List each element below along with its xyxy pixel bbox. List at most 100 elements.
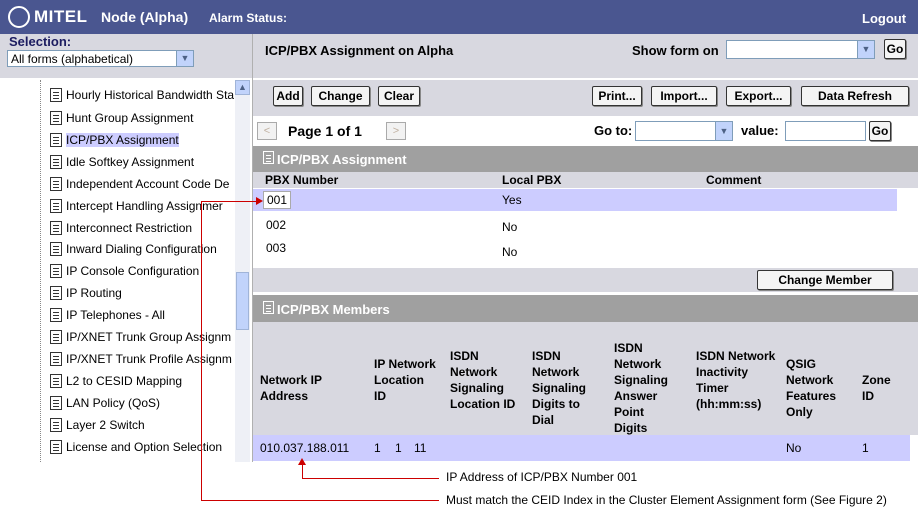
location-id-cell: 1 <box>374 441 381 455</box>
sidebar-item[interactable]: License and Option Selection <box>50 438 234 458</box>
goto-select[interactable]: ▼ <box>635 121 733 141</box>
show-form-select[interactable]: ▼ <box>726 40 875 59</box>
sidebar-item[interactable]: Intercept Handling Assignmer <box>50 197 234 217</box>
col-zone: Zone ID <box>862 373 891 403</box>
sidebar-item-label: LAN Policy (QoS) <box>66 396 161 410</box>
value-input[interactable] <box>785 121 866 141</box>
sidebar-item-label: IP Telephones - All <box>66 308 165 322</box>
members-section-bar: ICP/PBX Members <box>253 295 918 323</box>
sidebar-item[interactable]: Idle Softkey Assignment <box>50 153 234 173</box>
sidebar-item[interactable]: Interconnect Restriction <box>50 219 234 239</box>
qsig-cell: No <box>786 441 802 455</box>
logout-link[interactable]: Logout <box>862 11 906 26</box>
show-form-label: Show form on <box>632 43 719 58</box>
sidebar-item-label: L2 to CESID Mapping <box>66 374 183 388</box>
export-button[interactable]: Export... <box>726 86 791 106</box>
sidebar-item-label: Independent Account Code De <box>66 177 230 191</box>
import-button[interactable]: Import... <box>651 86 717 106</box>
document-icon <box>263 301 274 314</box>
change-button[interactable]: Change <box>311 86 370 106</box>
assignment-section-title: ICP/PBX Assignment <box>277 152 407 167</box>
sidebar-item-label: ICP/PBX Assignment <box>66 133 179 147</box>
sidebar-item[interactable]: IP/XNET Trunk Profile Assignm <box>50 350 234 370</box>
local-pbx-cell: No <box>502 220 518 234</box>
sidebar-item-label: IP/XNET Trunk Group Assignm <box>66 330 232 344</box>
goto-label: Go to: <box>594 123 633 138</box>
annotation-line <box>201 201 256 202</box>
sidebar-item[interactable]: LAN Policy (QoS) <box>50 394 234 414</box>
chevron-down-icon[interactable]: ▼ <box>857 41 874 58</box>
assignment-header-row <box>253 172 918 188</box>
document-icon <box>263 151 274 164</box>
print-button[interactable]: Print... <box>592 86 642 106</box>
sidebar-item-label: IP Console Configuration <box>66 264 200 278</box>
chevron-down-icon[interactable]: ▼ <box>715 122 732 140</box>
sidebar-item[interactable]: Independent Account Code De <box>50 175 234 195</box>
sidebar-item-label: Hunt Group Assignment <box>66 111 194 125</box>
document-icon <box>50 418 62 432</box>
sidebar-item[interactable]: Hourly Historical Bandwidth Sta <box>50 86 234 106</box>
members-section-title: ICP/PBX Members <box>277 302 390 317</box>
show-form-go-button[interactable]: Go <box>884 39 906 59</box>
prev-page-button[interactable]: < <box>257 122 277 140</box>
scroll-thumb[interactable] <box>236 272 249 330</box>
document-icon <box>50 374 62 388</box>
document-icon <box>50 264 62 278</box>
add-button[interactable]: Add <box>273 86 303 106</box>
change-member-button[interactable]: Change Member <box>757 270 893 290</box>
member-row[interactable]: 010.037.188.011 1 1 11 No 1 <box>253 435 910 461</box>
pbx-number-cell: 002 <box>266 218 287 232</box>
form-title: ICP/PBX Assignment on Alpha <box>265 43 454 58</box>
pager-go-button[interactable]: Go <box>869 121 891 141</box>
mitel-logo-icon <box>8 6 30 28</box>
document-icon <box>50 242 62 256</box>
sidebar-item-label: Hourly Historical Bandwidth Sta <box>66 88 234 102</box>
annotation-line <box>302 464 303 479</box>
scroll-up-icon[interactable]: ▲ <box>235 80 250 95</box>
sidebar-item[interactable]: Layer 2 Switch <box>50 416 234 436</box>
logo-text: MITEL <box>34 7 88 26</box>
col-digits-dial: ISDN Network Signaling Digits to Dial <box>532 349 586 427</box>
annotation-line <box>302 478 439 479</box>
document-icon <box>50 155 62 169</box>
local-pbx-cell: No <box>502 245 518 259</box>
document-icon <box>50 88 62 102</box>
sidebar-scrollbar[interactable] <box>235 80 250 462</box>
sidebar-item-label: Idle Softkey Assignment <box>66 155 195 169</box>
col-local-pbx: Local PBX <box>502 173 562 187</box>
sidebar-item[interactable]: Hunt Group Assignment <box>50 109 234 129</box>
sidebar-item[interactable]: ICP/PBX Assignment <box>50 131 234 151</box>
document-icon <box>50 330 62 344</box>
annotation-ceid-note: Must match the CEID Index in the Cluster… <box>446 493 887 507</box>
chevron-down-icon[interactable]: ▼ <box>176 51 193 66</box>
data-refresh-button[interactable]: Data Refresh <box>801 86 909 106</box>
local-pbx-cell: Yes <box>502 193 522 207</box>
table-row[interactable]: 001 Yes <box>253 189 897 211</box>
table-row[interactable]: 003 No <box>253 237 897 259</box>
document-icon <box>50 199 62 213</box>
table-row[interactable]: 002 No <box>253 214 897 236</box>
sidebar-item[interactable]: Inward Dialing Configuration <box>50 240 234 260</box>
document-icon <box>50 111 62 125</box>
sidebar-item[interactable]: IP/XNET Trunk Group Assignm <box>50 328 234 348</box>
document-icon <box>50 286 62 300</box>
col-pbx-number: PBX Number <box>265 173 339 187</box>
document-icon <box>50 440 62 454</box>
arrow-up-icon <box>298 458 306 465</box>
digits-dial-cell: 11 <box>414 441 427 455</box>
sidebar-item[interactable]: L2 to CESID Mapping <box>50 372 234 392</box>
selection-label: Selection: <box>9 34 72 49</box>
forms-filter-select[interactable]: All forms (alphabetical) ▼ <box>7 50 194 67</box>
sidebar-item-label: IP Routing <box>66 286 122 300</box>
document-icon <box>50 177 62 191</box>
col-answer-point: ISDN Network Signaling Answer Point Digi… <box>614 341 668 435</box>
document-icon <box>50 396 62 410</box>
clear-button[interactable]: Clear <box>378 86 420 106</box>
col-qsig: QSIG Network Features Only <box>786 357 837 419</box>
sidebar-item[interactable]: IP Routing <box>50 284 234 304</box>
next-page-button[interactable]: > <box>386 122 406 140</box>
sidebar-item[interactable]: IP Telephones - All <box>50 306 234 326</box>
alarm-status-label: Alarm Status: <box>209 11 288 25</box>
sidebar-item[interactable]: IP Console Configuration <box>50 262 234 282</box>
assignment-section-bar: ICP/PBX Assignment <box>253 146 918 172</box>
